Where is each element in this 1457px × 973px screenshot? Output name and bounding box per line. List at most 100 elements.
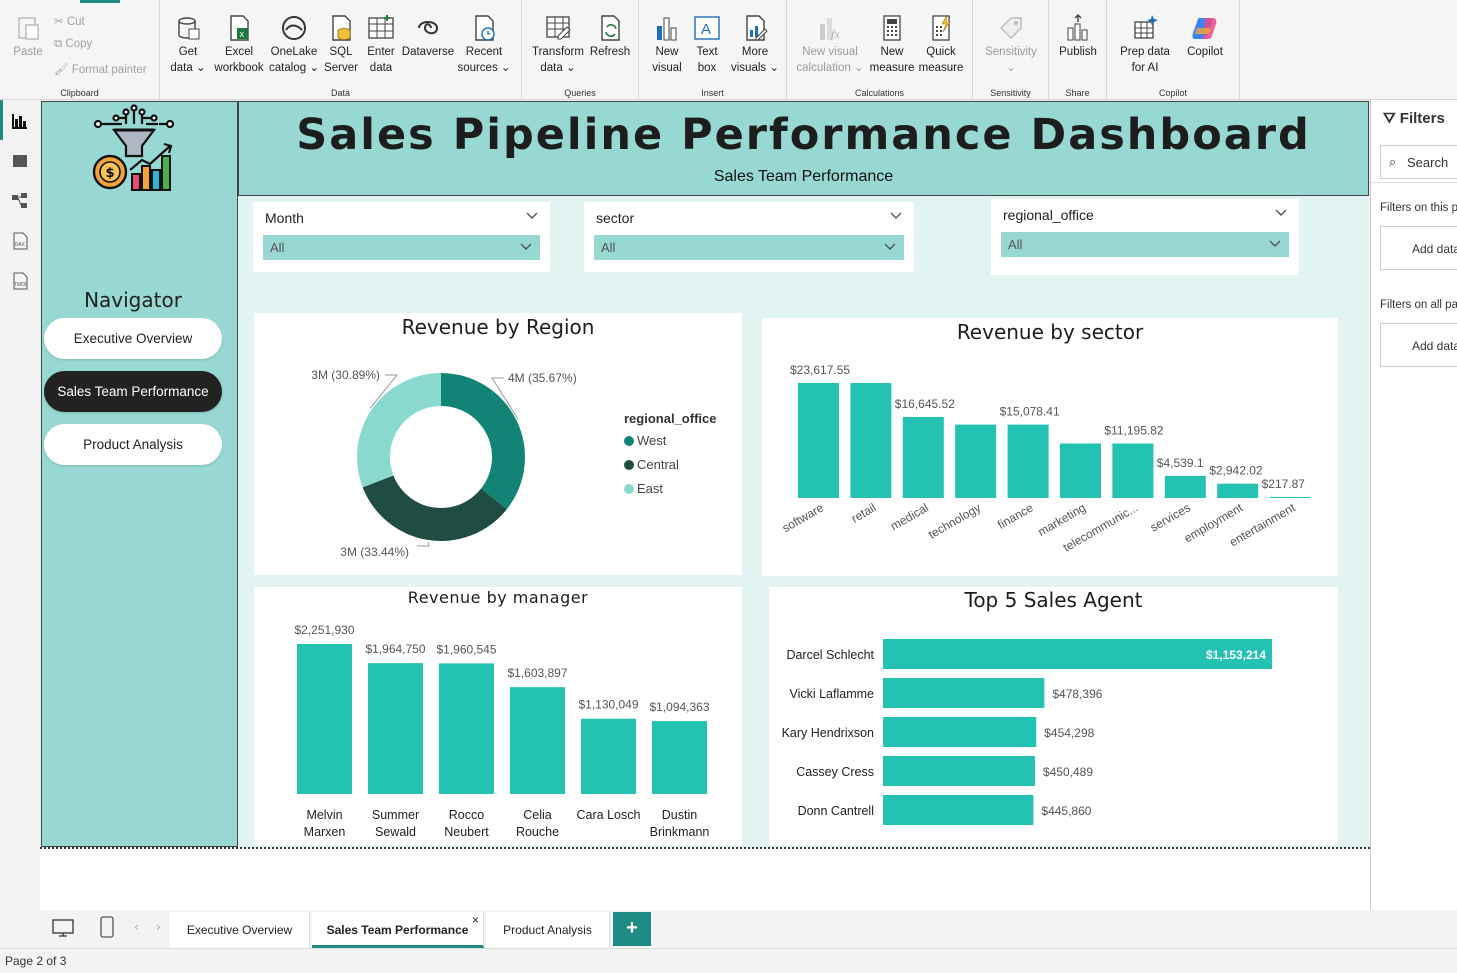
bar-manager[interactable]	[439, 663, 494, 794]
text-box-button[interactable]: A Text box	[689, 14, 725, 76]
bar-manager[interactable]	[510, 687, 565, 794]
filters-search-box[interactable]: ⌕ Search	[1380, 145, 1457, 179]
add-page-button[interactable]: +	[613, 912, 651, 946]
bar-telecommunic[interactable]	[1112, 443, 1154, 498]
bar-data-label: $15,078.41	[1000, 405, 1060, 419]
group-label: Insert	[701, 88, 724, 98]
publish-button[interactable]: Publish	[1055, 14, 1101, 60]
revenue-by-region-visual[interactable]: Revenue by Region 4M (35.67%) 3M (33.44%)…	[254, 313, 742, 575]
add-data-text: Add data fields here	[1412, 339, 1457, 353]
bar-manager[interactable]	[581, 718, 636, 794]
slicer-title: Month	[265, 210, 304, 226]
bar-data-label: $478,396	[1052, 687, 1102, 701]
bar-finance[interactable]	[1007, 424, 1049, 498]
clipboard-group: Paste ✂ Cut ⧉ Copy 🖌 Format painter Clip…	[0, 0, 160, 100]
refresh-icon	[601, 15, 620, 41]
quick-measure-icon	[932, 14, 951, 41]
bar-manager[interactable]	[297, 644, 352, 794]
dax-query-view-icon[interactable]: DAX	[11, 232, 29, 250]
scroll-right-icon[interactable]: ›	[156, 920, 161, 934]
add-data-fields-this-page[interactable]: Add data fields here	[1380, 226, 1457, 270]
bar-agent[interactable]	[883, 717, 1037, 747]
chevron-down-icon[interactable]	[526, 212, 538, 220]
bar-manager[interactable]	[368, 663, 423, 794]
copilot-button[interactable]: Copilot	[1177, 14, 1233, 60]
bar-entertainment[interactable]	[1269, 496, 1311, 498]
chevron-down-icon[interactable]	[890, 212, 902, 220]
month-dropdown[interactable]: All	[263, 235, 540, 260]
cut-button[interactable]: ✂ Cut	[54, 14, 85, 28]
tmdl-view-icon[interactable]: TMDL	[11, 272, 29, 290]
category-label: Donn Cantrell	[798, 804, 874, 818]
report-view-icon[interactable]	[11, 112, 29, 130]
legend-item-east[interactable]: East	[624, 481, 679, 496]
sensitivity-button[interactable]: Sensitivity ⌄	[981, 14, 1041, 76]
bar-manager[interactable]	[652, 721, 707, 794]
chevron-down-icon[interactable]	[1275, 209, 1287, 217]
quick-measure-button[interactable]: Quick measure	[917, 14, 965, 76]
report-title: Sales Pipeline Performance Dashboard	[296, 110, 1311, 160]
revenue-by-manager-visual[interactable]: Revenue by manager $2,251,930 Melvin Marxe…	[254, 587, 742, 845]
more-visuals-button[interactable]: More visuals ⌄	[729, 14, 781, 76]
regional-office-dropdown[interactable]: All	[1001, 232, 1289, 257]
excel-workbook-button[interactable]: x Excel workbook	[210, 14, 268, 76]
table-view-icon[interactable]	[11, 152, 29, 170]
recent-sources-button[interactable]: Recent sources ⌄	[456, 14, 512, 76]
bar-software[interactable]	[798, 383, 839, 498]
bar-services[interactable]	[1164, 475, 1206, 498]
share-group: Publish Share	[1049, 0, 1107, 100]
format-painter-button[interactable]: 🖌 Format painter	[54, 62, 147, 76]
enter-data-button[interactable]: Enter data	[362, 14, 400, 76]
nav-product-analysis-button[interactable]: Product Analysis	[44, 424, 222, 465]
bar-employment[interactable]	[1217, 483, 1259, 498]
refresh-button[interactable]: Refresh	[586, 14, 634, 60]
regional-office-slicer[interactable]: regional_office All	[991, 199, 1299, 275]
scroll-left-icon[interactable]: ‹	[134, 920, 139, 934]
svg-text:$: $	[106, 166, 115, 181]
prep-data-for-ai-button[interactable]: Prep data for AI	[1113, 14, 1177, 76]
legend-item-central[interactable]: Central	[624, 457, 679, 472]
add-data-fields-all-pages[interactable]: Add data fields here	[1380, 323, 1457, 367]
month-slicer[interactable]: Month All	[253, 202, 550, 272]
bar-agent[interactable]	[883, 795, 1034, 825]
paste-button[interactable]: Paste	[8, 14, 48, 60]
sql-server-button[interactable]: SQL Server	[320, 14, 362, 76]
top-5-sales-agent-visual[interactable]: Top 5 Sales Agent Darcel Schlecht $1,153,…	[769, 587, 1338, 845]
get-data-button[interactable]: Get data ⌄	[168, 14, 208, 76]
prep-data-icon	[1134, 15, 1158, 39]
mobile-layout-icon[interactable]	[99, 916, 115, 938]
transform-data-button[interactable]: Transform data ⌄	[530, 14, 586, 76]
bar-agent[interactable]	[883, 678, 1045, 708]
new-measure-button[interactable]: New measure	[869, 14, 915, 76]
copy-button[interactable]: ⧉ Copy	[54, 38, 92, 51]
model-view-icon[interactable]	[11, 192, 29, 210]
desktop-layout-icon[interactable]	[52, 918, 74, 938]
donut-slice-east[interactable]	[357, 373, 441, 488]
bar-agent[interactable]	[883, 756, 1035, 786]
bar-medical[interactable]	[902, 416, 944, 498]
sector-bar-chart: $23,617.55 software retail $16,645.52 medica…	[780, 363, 1311, 555]
close-tab-icon[interactable]: ×	[472, 902, 479, 938]
tab-executive-overview[interactable]: Executive Overview	[170, 912, 310, 948]
legend-item-west[interactable]: West	[624, 433, 679, 448]
nav-executive-overview-button[interactable]: Executive Overview	[44, 318, 222, 359]
donut-slice-west[interactable]	[441, 373, 525, 510]
sector-dropdown[interactable]: All	[594, 235, 904, 260]
nav-sales-team-performance-button[interactable]: Sales Team Performance	[44, 371, 222, 412]
bar-technology[interactable]	[955, 424, 997, 498]
category-label: Vicki Laflamme	[789, 687, 874, 701]
excel-icon: x	[230, 15, 249, 41]
onelake-button[interactable]: OneLake catalog ⌄	[266, 14, 322, 76]
new-visual-button[interactable]: New visual	[647, 14, 687, 76]
tab-sales-team-performance[interactable]: Sales Team Performance ×	[312, 912, 484, 948]
sector-slicer[interactable]: sector All	[584, 202, 914, 272]
category-label: Cassey Cress	[796, 765, 874, 779]
recent-sources-icon	[475, 15, 495, 41]
bar-marketing[interactable]	[1060, 443, 1101, 498]
tab-product-analysis[interactable]: Product Analysis	[486, 912, 610, 948]
new-visual-calculation-button[interactable]: fx New visual calculation ⌄	[795, 14, 865, 76]
dataverse-button[interactable]: Dataverse	[400, 14, 456, 60]
revenue-by-sector-visual[interactable]: Revenue by sector $23,617.55 software reta…	[762, 318, 1338, 576]
bar-retail[interactable]	[850, 383, 892, 498]
category-label: Cara Losch	[577, 808, 641, 822]
